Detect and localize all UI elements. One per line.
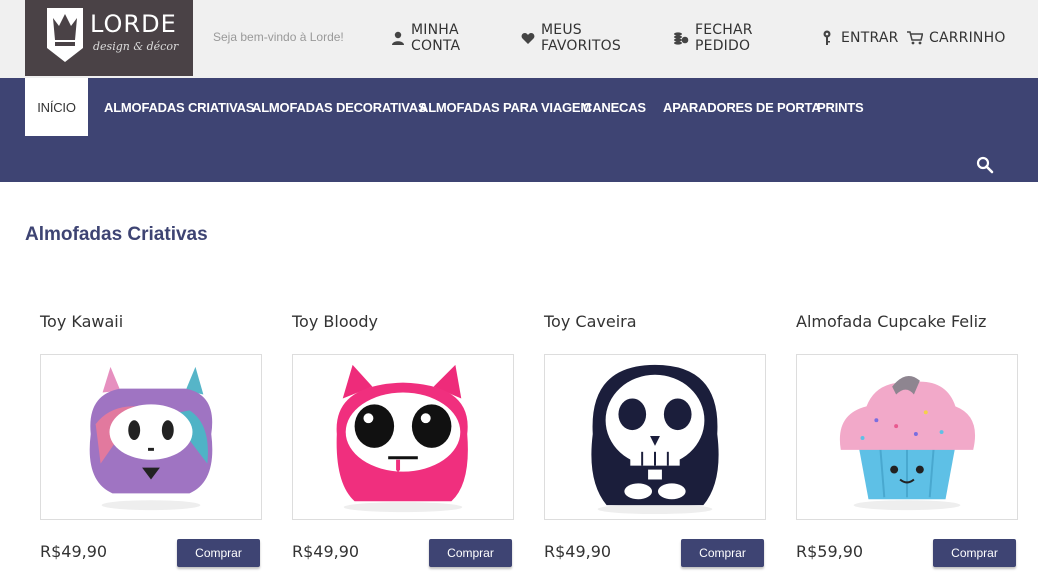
product-image[interactable] xyxy=(544,354,766,520)
brand-name: LORDE xyxy=(90,10,177,38)
product-card: Toy Kawaii R$49,90 Comprar xyxy=(40,312,264,567)
product-image[interactable] xyxy=(796,354,1018,520)
top-bar: LORDE design & décor Seja bem-vindo à Lo… xyxy=(0,0,1038,78)
product-card: Almofada Cupcake Feliz R$59,90 Comprar xyxy=(796,312,1020,567)
favorites-label: MEUS FAVORITOS xyxy=(541,22,621,54)
crown-shield-icon xyxy=(47,8,83,62)
cupcake-pillow-illustration xyxy=(839,375,976,511)
welcome-text: Seja bem-vindo à Lorde! xyxy=(213,30,344,44)
nav-item-almofadas-para-viagem[interactable]: ALMOFADAS PARA VIAGEM xyxy=(419,78,591,136)
buy-button[interactable]: Comprar xyxy=(933,539,1016,567)
product-image[interactable] xyxy=(40,354,262,520)
logo[interactable]: LORDE design & décor xyxy=(25,0,193,76)
my-account-label: MINHA CONTA xyxy=(411,22,461,54)
kawaii-toy-illustration xyxy=(89,366,213,511)
nav-item-inicio[interactable]: INÍCIO xyxy=(25,78,88,136)
login-link[interactable]: ENTRAR xyxy=(819,28,899,48)
nav-item-almofadas-decorativas[interactable]: ALMOFADAS DECORATIVAS xyxy=(252,78,427,136)
product-price: R$59,90 xyxy=(796,542,864,561)
bloody-toy-illustration xyxy=(336,364,468,513)
my-account-link[interactable]: MINHA CONTA xyxy=(391,22,462,54)
section-title: Almofadas Criativas xyxy=(25,224,208,245)
checkout-label: FECHAR PEDIDO xyxy=(695,22,753,54)
login-label: ENTRAR xyxy=(841,30,899,46)
nav-item-almofadas-criativas[interactable]: ALMOFADAS CRIATIVAS xyxy=(104,78,254,136)
product-name[interactable]: Almofada Cupcake Feliz xyxy=(796,312,1020,338)
coins-icon xyxy=(673,30,689,46)
skull-toy-illustration xyxy=(591,364,719,515)
product-name[interactable]: Toy Bloody xyxy=(292,312,516,338)
product-card: Toy Bloody R$49,90 Comprar xyxy=(292,312,516,567)
nav-item-aparadores-de-porta[interactable]: APARADORES DE PORTA xyxy=(663,78,821,136)
product-price: R$49,90 xyxy=(292,542,360,561)
favorites-link[interactable]: MEUS FAVORITOS xyxy=(521,22,623,54)
key-icon xyxy=(819,30,835,46)
nav-item-canecas[interactable]: CANECAS xyxy=(583,78,646,136)
search-icon[interactable] xyxy=(976,156,994,174)
checkout-link[interactable]: FECHAR PEDIDO xyxy=(673,22,753,54)
product-price: R$49,90 xyxy=(40,542,108,561)
product-name[interactable]: Toy Caveira xyxy=(544,312,768,338)
main-nav: INÍCIO ALMOFADAS CRIATIVAS ALMOFADAS DEC… xyxy=(0,78,1038,182)
cart-label: CARRINHO xyxy=(929,30,1006,46)
product-price: R$49,90 xyxy=(544,542,612,561)
product-image[interactable] xyxy=(292,354,514,520)
buy-button[interactable]: Comprar xyxy=(429,539,512,567)
nav-item-prints[interactable]: PRINTS xyxy=(817,78,864,136)
heart-icon xyxy=(521,30,535,46)
product-card: Toy Caveira R$49,90 Comprar xyxy=(544,312,768,567)
cart-icon xyxy=(907,30,923,46)
cart-link[interactable]: CARRINHO xyxy=(907,28,1006,48)
buy-button[interactable]: Comprar xyxy=(177,539,260,567)
user-icon xyxy=(391,30,405,46)
product-name[interactable]: Toy Kawaii xyxy=(40,312,264,338)
buy-button[interactable]: Comprar xyxy=(681,539,764,567)
brand-tagline: design & décor xyxy=(93,40,179,53)
